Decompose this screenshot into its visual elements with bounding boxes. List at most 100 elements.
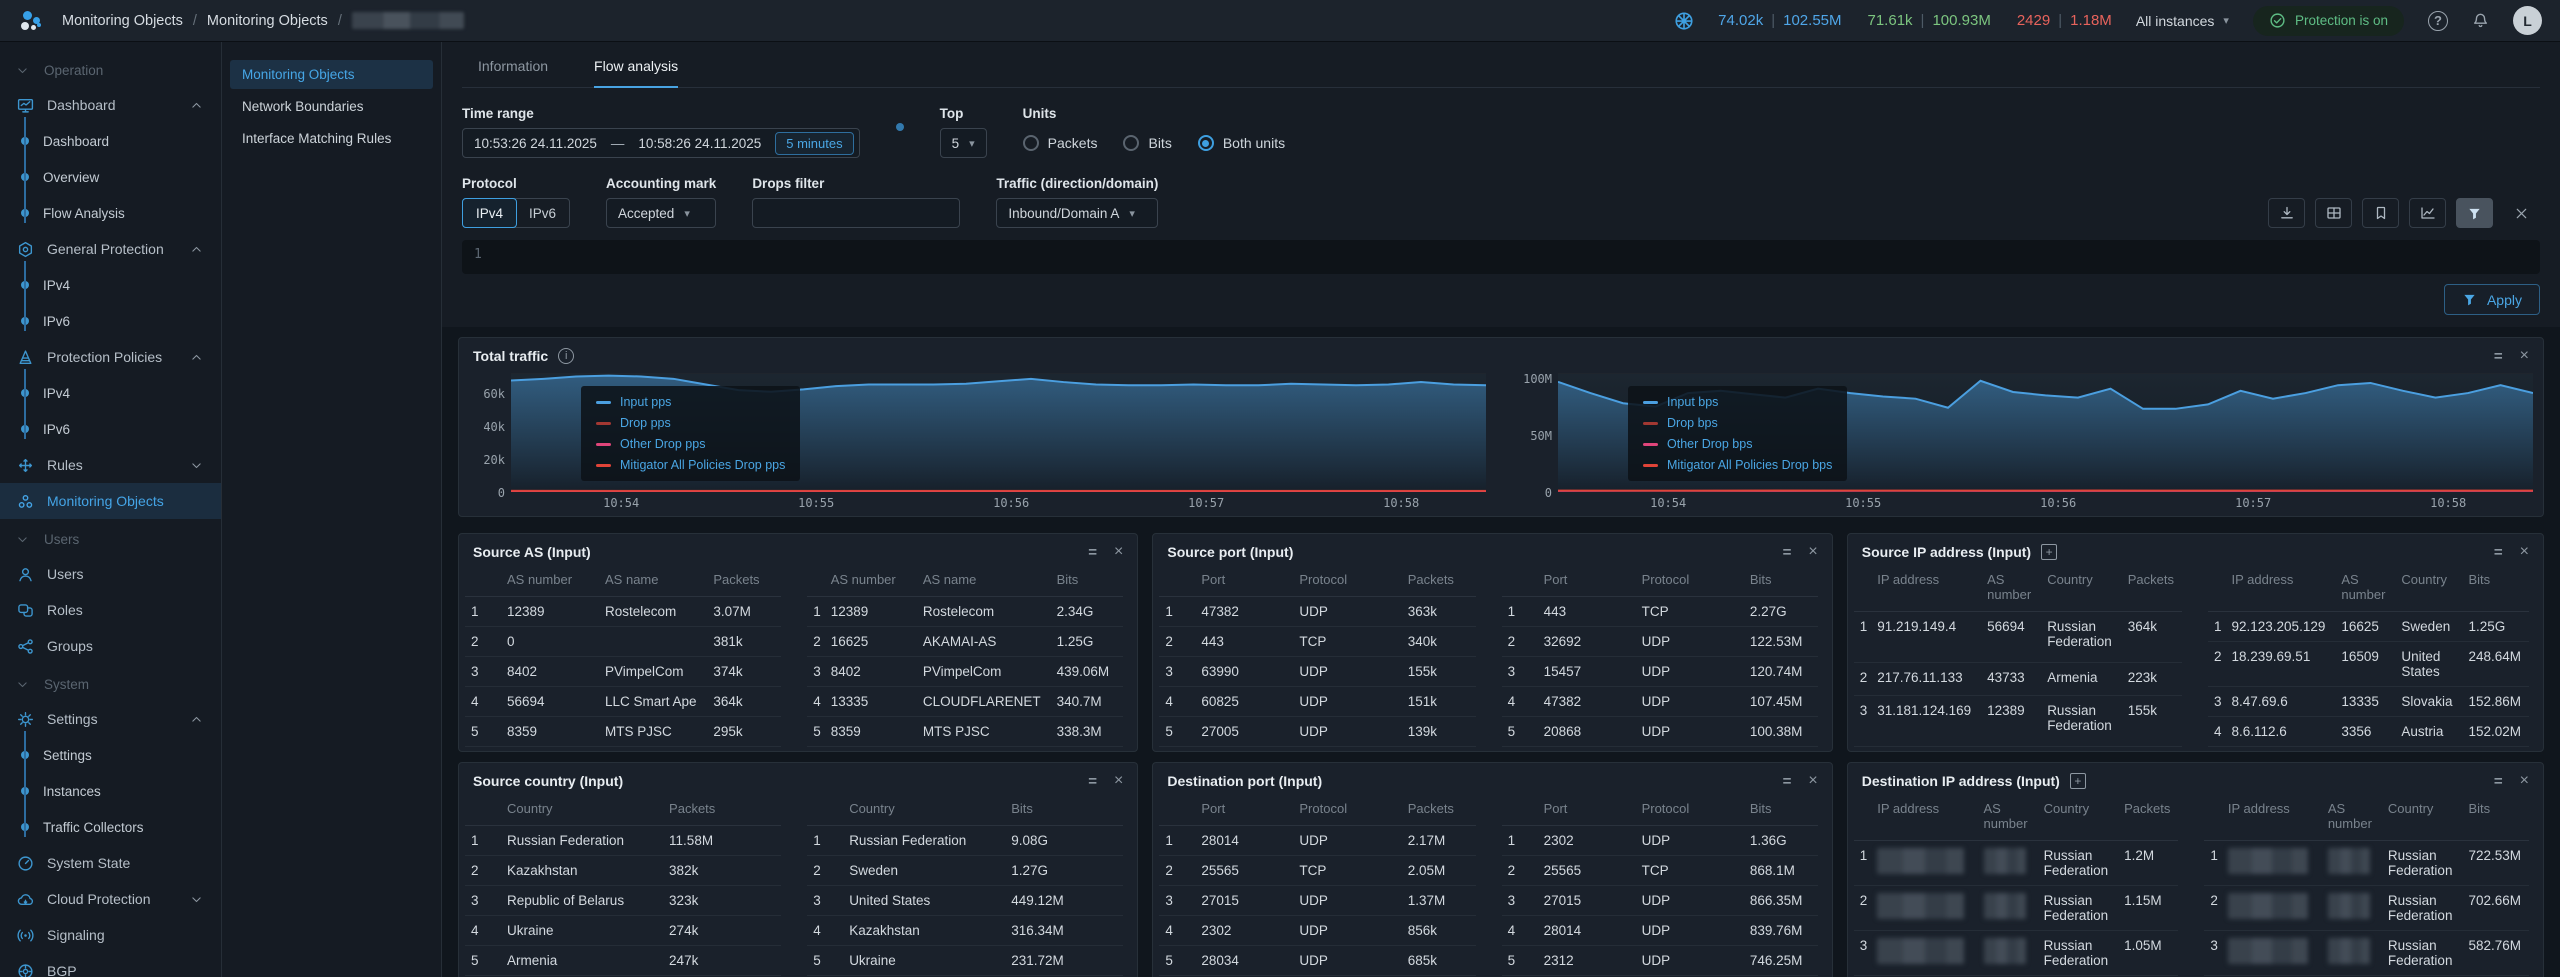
- sidebar-item-instances[interactable]: Instances: [22, 773, 221, 809]
- app-root: { "topbar": { "breadcrumb": ["Monitoring…: [0, 0, 2560, 977]
- sidebar-item-dashboard[interactable]: Dashboard: [0, 87, 221, 123]
- units-radio-packets[interactable]: Packets: [1023, 135, 1098, 151]
- protocol-option-ipv6[interactable]: IPv6: [516, 199, 569, 227]
- panel-close-icon[interactable]: ×: [1114, 543, 1123, 561]
- grid-icon: [2326, 205, 2342, 221]
- apply-button[interactable]: Apply: [2444, 284, 2540, 315]
- sidebar-item-general-protection[interactable]: General Protection: [0, 231, 221, 267]
- sidebar-item-system-state[interactable]: System State: [0, 845, 221, 881]
- sidebar-item-settings[interactable]: Settings: [22, 737, 221, 773]
- drops-filter-input[interactable]: [752, 198, 960, 228]
- rank-column-header: [1502, 567, 1536, 597]
- table-row: 4Ukraine274k: [465, 916, 781, 946]
- legend-item[interactable]: Mitigator All Policies Drop bps: [1643, 458, 1832, 472]
- sidebar-section-system[interactable]: System: [0, 668, 221, 701]
- sidebar-item-flow-analysis[interactable]: Flow Analysis: [22, 195, 221, 231]
- sidebar-item-label: BGP: [47, 963, 77, 977]
- bell-icon[interactable]: [2472, 12, 2489, 29]
- sidebar-item-monitoring-objects[interactable]: Monitoring Objects: [0, 483, 221, 519]
- panel-menu-icon[interactable]: =: [1783, 773, 1792, 790]
- close-panel-button[interactable]: [2503, 198, 2540, 228]
- subsidebar-item-monitoring-objects[interactable]: Monitoring Objects: [230, 60, 433, 89]
- panel-menu-icon[interactable]: =: [1783, 544, 1792, 561]
- legend-item[interactable]: Other Drop pps: [596, 437, 785, 451]
- legend-item[interactable]: Drop pps: [596, 416, 785, 430]
- chart-view-button[interactable]: [2409, 198, 2446, 228]
- sidebar-item-signaling[interactable]: Signaling: [0, 917, 221, 953]
- panel-close-icon[interactable]: ×: [2520, 347, 2529, 365]
- legend-item[interactable]: Other Drop bps: [1643, 437, 1832, 451]
- table-cell-value: 56694: [1987, 619, 2025, 634]
- time-range-input[interactable]: 10:53:26 24.11.2025 — 10:58:26 24.11.202…: [462, 128, 860, 158]
- sidebar-section-operation[interactable]: Operation: [0, 54, 221, 87]
- rank-cell: 5: [807, 946, 841, 976]
- legend-item[interactable]: Input bps: [1643, 395, 1832, 409]
- sidebar-item-bgp[interactable]: BGP: [0, 953, 221, 977]
- network-status-icon[interactable]: [1674, 11, 1694, 31]
- filter-row-2: Protocol IPv4 IPv6 Accounting mark Accep…: [462, 176, 2540, 228]
- panel-menu-icon[interactable]: =: [2494, 773, 2503, 790]
- sidebar-item-users[interactable]: Users: [0, 556, 221, 592]
- units-radio-bits[interactable]: Bits: [1123, 135, 1171, 151]
- app-logo-icon[interactable]: [18, 8, 44, 34]
- table-cell-value: 439.06M: [1057, 664, 1110, 679]
- expand-plus-icon[interactable]: +: [2041, 544, 2057, 560]
- refresh-indicator-dot[interactable]: [896, 123, 904, 131]
- traffic-direction-select[interactable]: Inbound/Domain A ▾: [996, 198, 1158, 228]
- sidebar-item-ipv6[interactable]: IPv6: [22, 303, 221, 339]
- sidebar-item-ipv4[interactable]: IPv4: [22, 375, 221, 411]
- table-cell-value: 217.76.11.133: [1877, 670, 1962, 685]
- sidebar-item-roles[interactable]: Roles: [0, 592, 221, 628]
- table-view-button[interactable]: [2315, 198, 2352, 228]
- units-radio-both-units[interactable]: Both units: [1198, 135, 1285, 151]
- legend-item[interactable]: Mitigator All Policies Drop pps: [596, 458, 785, 472]
- breadcrumb-item[interactable]: Monitoring Objects: [62, 13, 183, 29]
- sidebar-item-protection-policies[interactable]: Protection Policies: [0, 339, 221, 375]
- sidebar-item-cloud-protection[interactable]: Cloud Protection: [0, 881, 221, 917]
- panel-menu-icon[interactable]: =: [2494, 348, 2503, 365]
- panel-close-icon[interactable]: ×: [2520, 543, 2529, 561]
- duration-badge[interactable]: 5 minutes: [775, 132, 853, 155]
- panel-close-icon[interactable]: ×: [2520, 772, 2529, 790]
- top-select[interactable]: 5 ▾: [940, 128, 987, 158]
- accounting-mark-select[interactable]: Accepted ▾: [606, 198, 716, 228]
- protocol-option-ipv4[interactable]: IPv4: [462, 198, 517, 228]
- subsidebar-item-network-boundaries[interactable]: Network Boundaries: [230, 92, 433, 121]
- sidebar-item-groups[interactable]: Groups: [0, 628, 221, 664]
- legend-item[interactable]: Input pps: [596, 395, 785, 409]
- column-header: Country: [841, 796, 1003, 826]
- sidebar-item-overview[interactable]: Overview: [22, 159, 221, 195]
- help-icon[interactable]: ?: [2428, 11, 2448, 31]
- panel-close-icon[interactable]: ×: [1808, 772, 1817, 790]
- expand-plus-icon[interactable]: +: [2070, 773, 2086, 789]
- panel-title: Total traffic: [473, 348, 548, 364]
- query-editor[interactable]: 1: [462, 240, 2540, 274]
- gauge-icon: [16, 855, 34, 872]
- sidebar-item-traffic-collectors[interactable]: Traffic Collectors: [22, 809, 221, 845]
- sidebar-item-settings[interactable]: Settings: [0, 701, 221, 737]
- subsidebar-item-interface-matching-rules[interactable]: Interface Matching Rules: [230, 124, 433, 153]
- panel-close-icon[interactable]: ×: [1114, 772, 1123, 790]
- filter-button[interactable]: [2456, 198, 2493, 228]
- protection-status-badge[interactable]: Protection is on: [2253, 6, 2404, 36]
- breadcrumb-item[interactable]: Monitoring Objects: [207, 13, 328, 29]
- tab-flow-analysis[interactable]: Flow analysis: [594, 58, 678, 88]
- legend-item[interactable]: Drop bps: [1643, 416, 1832, 430]
- table-cell-value: 8402: [831, 664, 861, 679]
- panel-close-icon[interactable]: ×: [1808, 543, 1817, 561]
- user-avatar[interactable]: L: [2513, 6, 2542, 35]
- instances-dropdown[interactable]: All instances ▾: [2136, 13, 2229, 29]
- sidebar-item-ipv6[interactable]: IPv6: [22, 411, 221, 447]
- sidebar-item-rules[interactable]: Rules: [0, 447, 221, 483]
- sidebar-item-ipv4[interactable]: IPv4: [22, 267, 221, 303]
- panel-menu-icon[interactable]: =: [1088, 773, 1097, 790]
- sidebar-item-dashboard[interactable]: Dashboard: [22, 123, 221, 159]
- sidebar-section-users[interactable]: Users: [0, 523, 221, 556]
- info-icon[interactable]: i: [558, 348, 574, 364]
- panel-menu-icon[interactable]: =: [1088, 544, 1097, 561]
- panel-menu-icon[interactable]: =: [2494, 544, 2503, 561]
- redacted-value: [1984, 893, 2026, 919]
- tab-information[interactable]: Information: [478, 58, 548, 87]
- download-button[interactable]: [2268, 198, 2305, 228]
- bookmark-button[interactable]: [2362, 198, 2399, 228]
